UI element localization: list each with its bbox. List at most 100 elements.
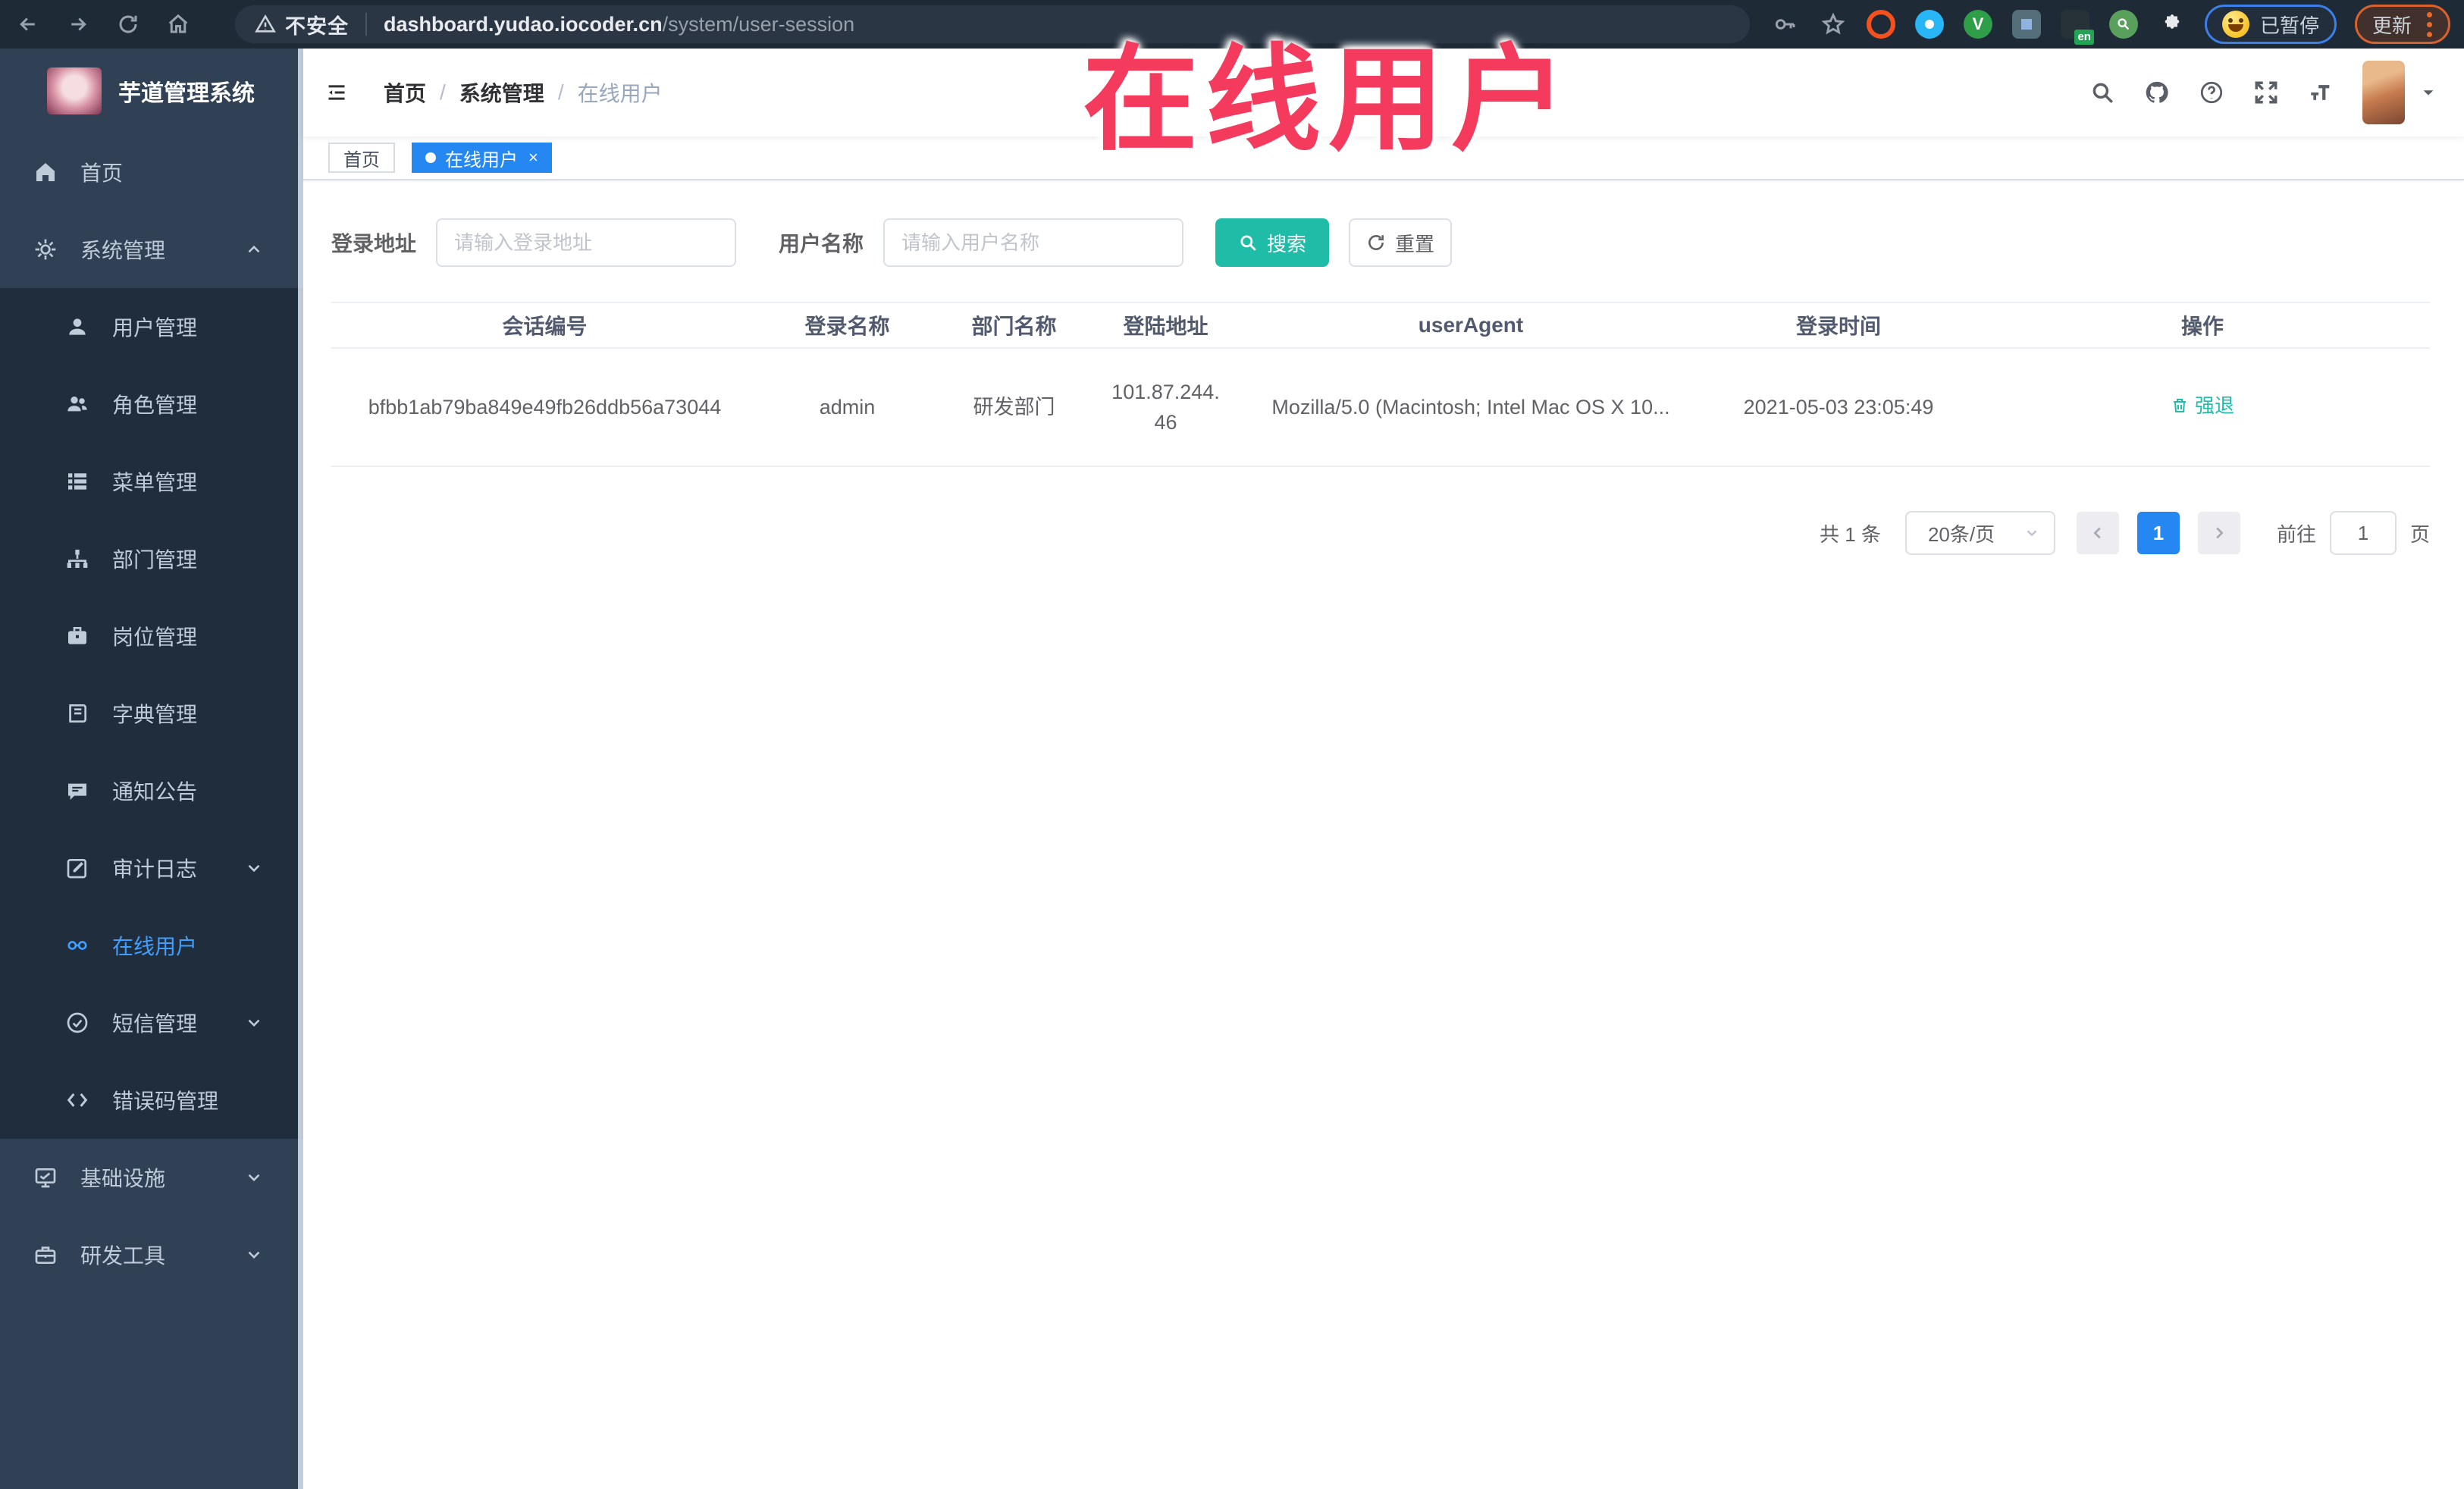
cell-dept: 研发部门	[973, 395, 1055, 418]
extension-green-v-icon[interactable]: V	[1963, 10, 1992, 39]
cell-session-id: bfbb1ab79ba849e49fb26ddb56a73044	[368, 395, 722, 418]
sidebar-item-dict-mgmt[interactable]: 字典管理	[0, 675, 303, 752]
bookmark-star-icon[interactable]	[1820, 11, 1847, 38]
url-domain: dashboard.yudao.iocoder.cn	[384, 12, 663, 36]
key-icon[interactable]	[1771, 11, 1798, 38]
col-ip: 登陆地址	[1123, 315, 1208, 338]
sidebar-item-home[interactable]: 首页	[0, 133, 303, 211]
cell-ip: 101.87.244. 46	[1111, 380, 1220, 434]
extension-search-icon[interactable]	[2108, 10, 2138, 39]
chevron-down-icon	[248, 1251, 260, 1259]
org-tree-icon	[64, 545, 91, 572]
cell-actions: 强退	[1975, 391, 2430, 424]
chevron-down-icon	[248, 864, 260, 873]
col-username: 登录名称	[804, 315, 890, 338]
users-icon	[64, 390, 91, 418]
menu-list-icon	[64, 468, 91, 495]
breadcrumb-separator: /	[557, 80, 564, 104]
filter-form: 登录地址 用户名称 搜索 重置	[331, 218, 2430, 267]
sidebar-item-label: 岗位管理	[112, 625, 198, 649]
sidebar-item-label: 系统管理	[80, 239, 166, 262]
fullscreen-icon[interactable]	[2252, 78, 2281, 107]
home-button-icon[interactable]	[165, 11, 191, 37]
address-bar[interactable]: 不安全 dashboard.yudao.iocoder.cn /system/u…	[235, 5, 1750, 43]
reload-icon[interactable]	[115, 11, 141, 37]
sidebar: 芋道管理系统 首页 系统管理 用户管理 角色管理 菜单管理 部门管理 岗位管理 …	[0, 49, 303, 1489]
logo-title: 芋道管理系统	[118, 81, 255, 106]
col-actions: 操作	[2180, 315, 2224, 338]
chevron-down-icon	[248, 1019, 260, 1027]
sidebar-item-infrastructure[interactable]: 基础设施	[0, 1139, 303, 1216]
sidebar-item-label: 角色管理	[112, 393, 198, 417]
font-size-icon[interactable]	[2306, 78, 2335, 107]
tag-online-users[interactable]: 在线用户 ×	[412, 143, 552, 173]
goto-page-input[interactable]	[2329, 511, 2397, 555]
sidebar-scrollbar[interactable]	[298, 49, 303, 1489]
extension-en-badge: en	[2074, 30, 2094, 45]
sidebar-item-dev-tools[interactable]: 研发工具	[0, 1216, 303, 1293]
paused-label: 已暂停	[2259, 14, 2319, 37]
extension-blue-icon[interactable]	[1914, 10, 1944, 39]
search-button[interactable]: 搜索	[1215, 218, 1330, 267]
sidebar-collapse-icon[interactable]	[321, 77, 352, 108]
back-icon[interactable]	[15, 11, 41, 37]
caret-down-icon[interactable]	[2420, 84, 2437, 101]
emoji-avatar-icon	[2221, 11, 2249, 38]
sidebar-item-label: 部门管理	[112, 548, 198, 572]
chevron-down-icon	[2027, 530, 2037, 537]
user-avatar[interactable]	[2362, 61, 2405, 124]
sidebar-item-dept-mgmt[interactable]: 部门管理	[0, 520, 303, 597]
tag-home[interactable]: 首页	[328, 143, 395, 173]
sidebar-item-role-mgmt[interactable]: 角色管理	[0, 365, 303, 443]
breadcrumb-system[interactable]: 系统管理	[459, 77, 544, 108]
page-unit-label: 页	[2409, 522, 2430, 546]
pagination: 共 1 条 20条/页 1 前往 页	[331, 511, 2430, 555]
puzzle-extensions-icon[interactable]	[2158, 10, 2187, 39]
screen: 不安全 dashboard.yudao.iocoder.cn /system/u…	[0, 0, 2464, 1489]
announcement-icon	[64, 777, 91, 804]
breadcrumb: 首页 / 系统管理 / 在线用户	[384, 77, 663, 108]
tag-close-icon[interactable]: ×	[528, 149, 538, 166]
sidebar-item-menu-mgmt[interactable]: 菜单管理	[0, 443, 303, 520]
dictionary-icon	[64, 700, 91, 727]
sidebar-item-audit-log[interactable]: 审计日志	[0, 829, 303, 907]
sidebar-item-system[interactable]: 系统管理	[0, 211, 303, 288]
forward-icon[interactable]	[65, 11, 91, 37]
sidebar-item-online-users[interactable]: 在线用户	[0, 907, 303, 984]
username-input[interactable]	[883, 218, 1184, 267]
sidebar-logo[interactable]: 芋道管理系统	[0, 49, 303, 133]
reset-button[interactable]: 重置	[1349, 218, 1453, 267]
prev-page-button[interactable]	[2076, 512, 2119, 554]
search-icon[interactable]	[2088, 78, 2117, 107]
warning-icon	[255, 14, 276, 33]
extension-orange-icon[interactable]	[1866, 10, 1895, 39]
github-icon[interactable]	[2143, 78, 2171, 107]
next-page-button[interactable]	[2197, 512, 2240, 554]
breadcrumb-current: 在线用户	[577, 82, 663, 105]
extension-gray-icon[interactable]	[2011, 10, 2041, 39]
username-label: 用户名称	[779, 232, 864, 255]
breadcrumb-home[interactable]: 首页	[384, 77, 426, 108]
sidebar-item-sms-mgmt[interactable]: 短信管理	[0, 984, 303, 1061]
browser-toolbar: 不安全 dashboard.yudao.iocoder.cn /system/u…	[0, 0, 2464, 49]
user-icon	[64, 313, 91, 340]
goto-label: 前往	[2276, 522, 2316, 546]
gear-icon	[32, 236, 59, 263]
profile-paused-chip[interactable]: 已暂停	[2204, 5, 2337, 44]
update-chip[interactable]: 更新	[2354, 5, 2450, 44]
help-icon[interactable]	[2197, 78, 2226, 107]
force-logout-button[interactable]: 强退	[2171, 391, 2234, 421]
sidebar-item-user-mgmt[interactable]: 用户管理	[0, 288, 303, 365]
page-1-button[interactable]: 1	[2136, 512, 2180, 554]
extension-translate-icon[interactable]: en	[2060, 10, 2094, 45]
sidebar-item-notice[interactable]: 通知公告	[0, 752, 303, 829]
sidebar-item-label: 在线用户	[112, 935, 198, 958]
sidebar-item-errcode-mgmt[interactable]: 错误码管理	[0, 1061, 303, 1139]
active-dot-icon	[425, 152, 436, 163]
col-session-id: 会话编号	[502, 315, 588, 338]
login-address-input[interactable]	[436, 218, 737, 267]
page-size-select[interactable]: 20条/页	[1904, 511, 2055, 555]
sidebar-item-post-mgmt[interactable]: 岗位管理	[0, 597, 303, 675]
browser-menu-icon[interactable]	[2427, 11, 2433, 37]
table-header-row: 会话编号 登录名称 部门名称 登陆地址 userAgent 登录时间 操作	[331, 302, 2430, 349]
